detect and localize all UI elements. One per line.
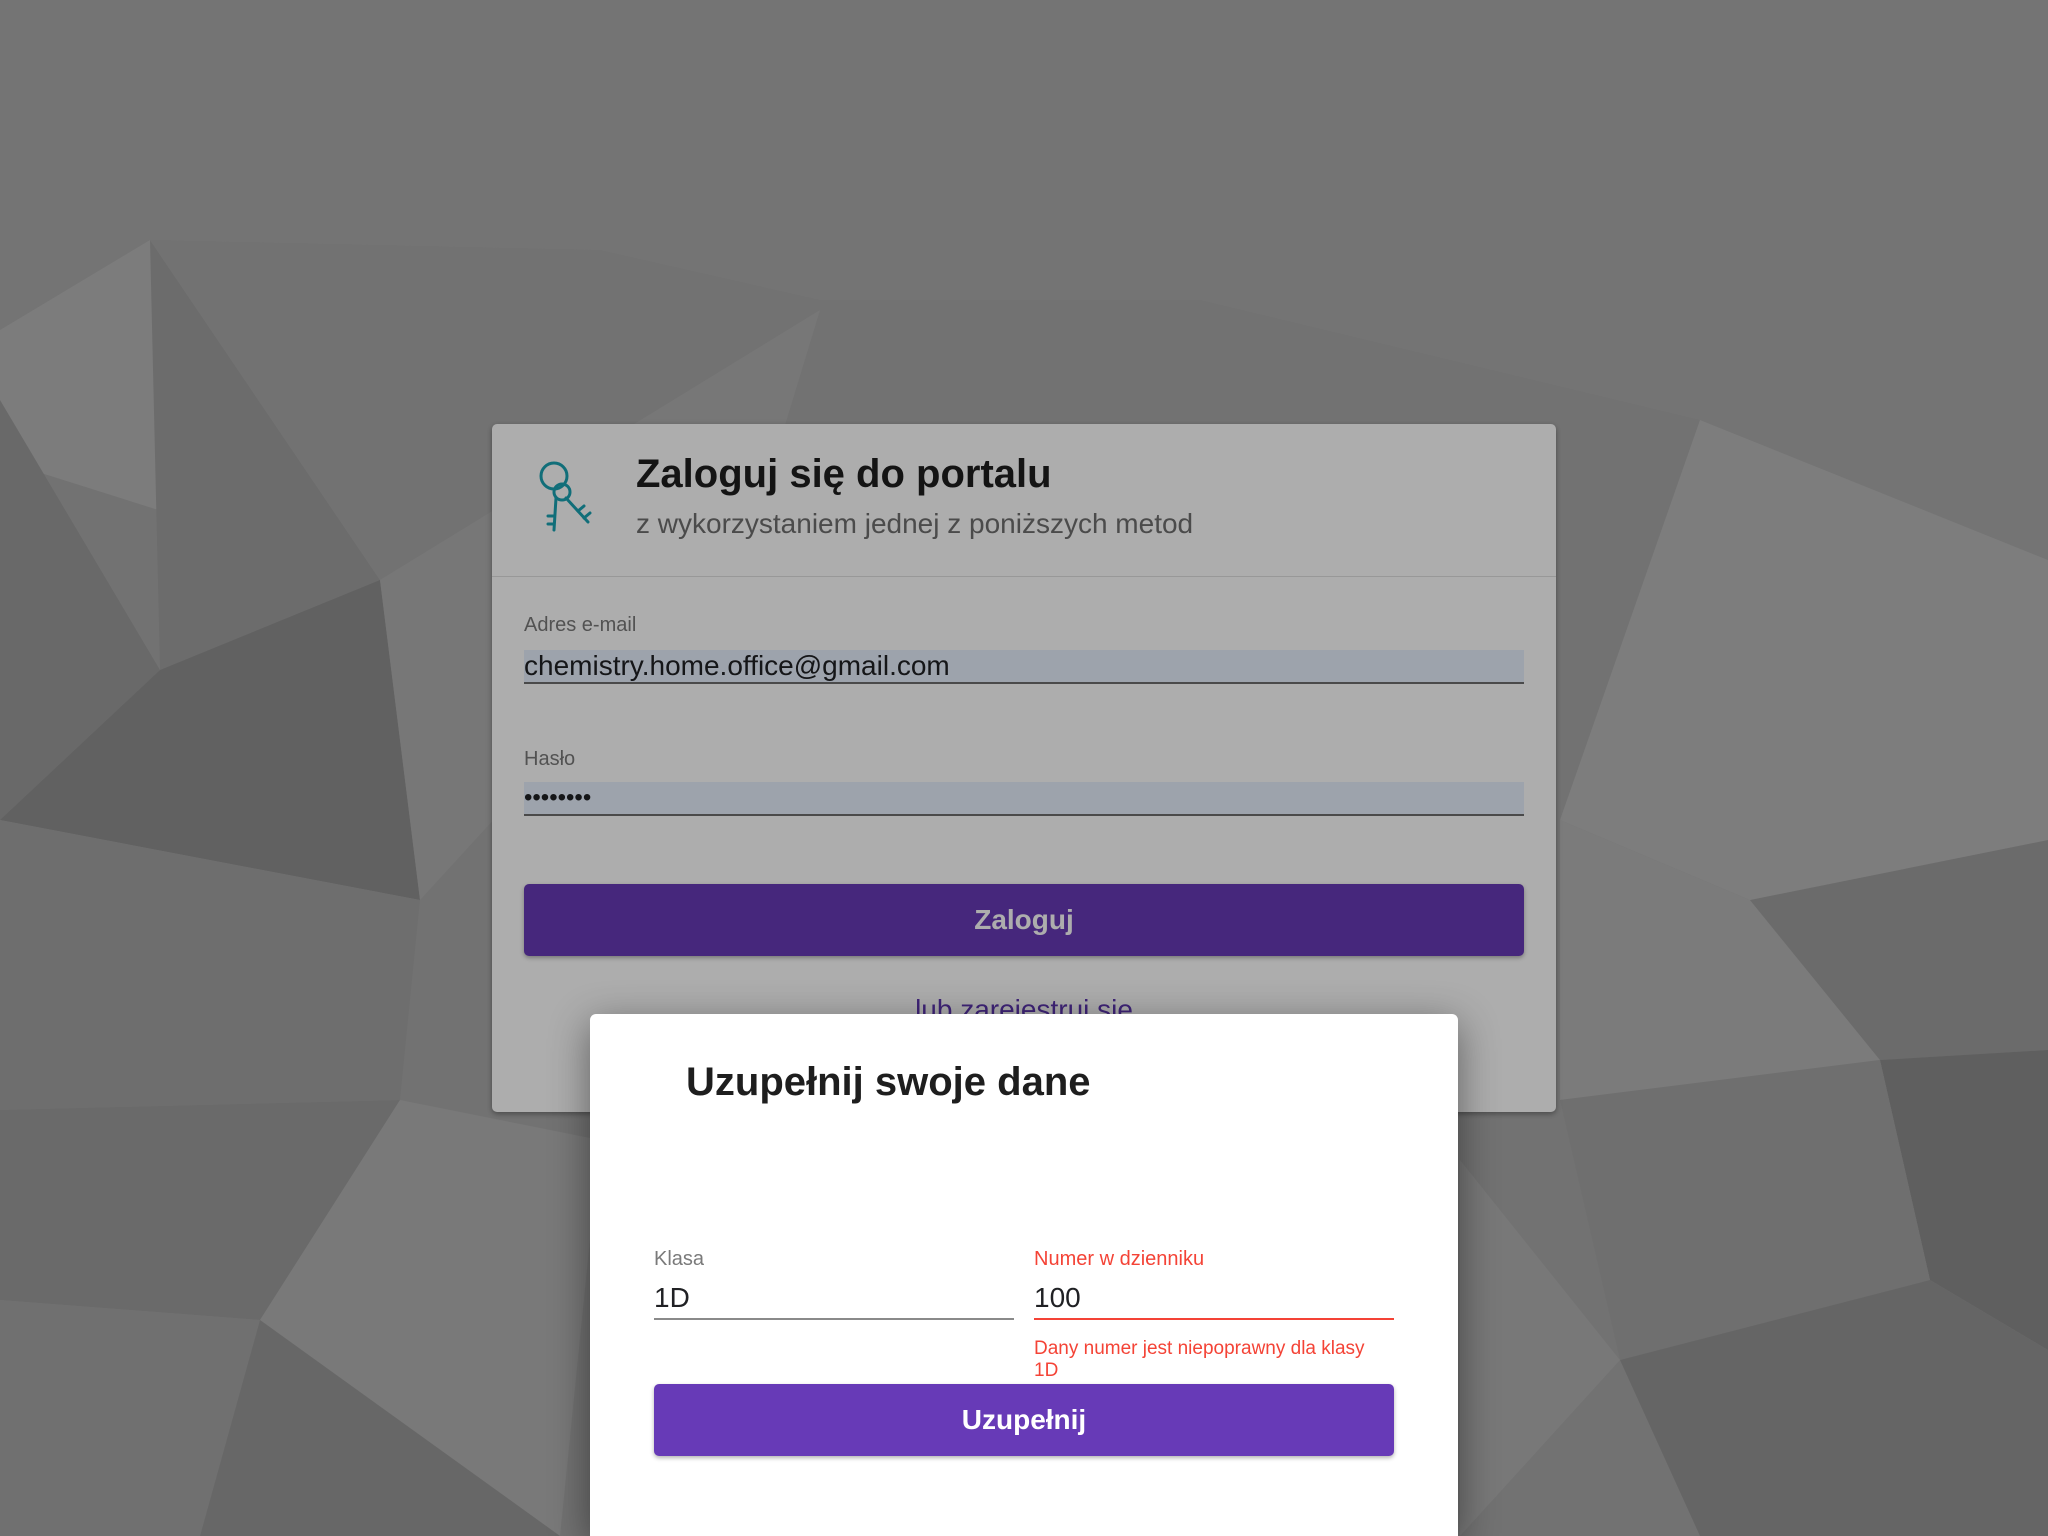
register-number-label: Numer w dzienniku (1034, 1248, 1205, 1270)
dialog-title: Uzupełnij swoje dane (686, 1060, 1091, 1104)
class-label: Klasa (654, 1248, 705, 1270)
register-number-field[interactable] (1034, 1278, 1394, 1320)
class-field[interactable] (654, 1278, 1014, 1320)
complete-profile-dialog: Uzupełnij swoje dane Klasa Numer w dzien… (590, 1014, 1458, 1536)
register-number-error: Dany numer jest niepoprawny dla klasy 1D (1034, 1338, 1365, 1381)
complete-button[interactable]: Uzupełnij (654, 1384, 1394, 1456)
